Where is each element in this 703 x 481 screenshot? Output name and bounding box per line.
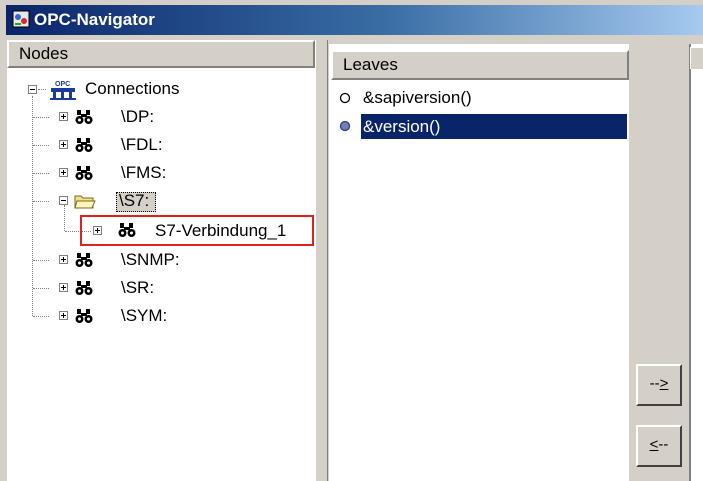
tree-guide-line — [64, 205, 65, 231]
tree-node-s7[interactable]: \S7: — [119, 191, 149, 211]
tree-node-fdl[interactable]: \FDL: — [121, 135, 163, 155]
tree-node-snmp[interactable]: \SNMP: — [121, 250, 180, 270]
binoculars-icon — [75, 309, 93, 323]
opc-connections-icon: OPC — [50, 81, 76, 100]
tree-connector — [33, 316, 49, 317]
expand-dp-toggle[interactable] — [59, 112, 68, 121]
binoculars-icon — [75, 281, 93, 295]
tree-guide-line — [32, 96, 33, 316]
leaves-column-header[interactable]: Leaves — [331, 50, 629, 80]
items-panel[interactable] — [689, 44, 703, 481]
title-bar[interactable]: OPC-Navigator — [6, 5, 703, 35]
leaf-item-icon — [339, 120, 351, 132]
tree-node-dp[interactable]: \DP: — [121, 107, 154, 127]
root-collapse-toggle[interactable] — [28, 85, 37, 94]
items-column-header[interactable] — [690, 47, 703, 69]
tree-node-sym[interactable]: \SYM: — [121, 306, 167, 326]
tree-node-fms[interactable]: \FMS: — [121, 163, 166, 183]
svg-text:OPC: OPC — [55, 81, 70, 88]
tree-connector — [33, 201, 49, 202]
tree-connector — [33, 145, 49, 146]
transfer-button-strip — [629, 44, 689, 481]
binoculars-icon — [75, 253, 93, 267]
remove-button-suffix: -- — [658, 436, 669, 453]
tree-connector — [33, 117, 49, 118]
binoculars-icon — [75, 166, 93, 180]
add-item-button[interactable]: --> — [636, 364, 682, 406]
tree-connector — [33, 173, 49, 174]
opc-navigator-app-icon — [12, 10, 30, 28]
leaf-item-sapiversion[interactable]: &sapiversion() — [363, 87, 472, 109]
tree-node-sr[interactable]: \SR: — [121, 278, 154, 298]
collapse-s7-toggle[interactable] — [59, 196, 68, 205]
binoculars-icon — [75, 138, 93, 152]
window-title: OPC-Navigator — [34, 10, 155, 29]
tree-connector — [33, 288, 49, 289]
add-button-prefix: -- — [649, 375, 660, 392]
tree-connector — [38, 89, 46, 90]
leaves-list-panel[interactable] — [329, 44, 629, 481]
expand-sr-toggle[interactable] — [59, 283, 68, 292]
remove-item-button[interactable]: <-- — [636, 425, 682, 467]
expand-fdl-toggle[interactable] — [59, 140, 68, 149]
add-button-accel: > — [659, 375, 669, 392]
panel-splitter[interactable] — [315, 40, 328, 481]
leaf-item-version[interactable]: &version() — [363, 116, 440, 138]
expand-fms-toggle[interactable] — [59, 168, 68, 177]
nodes-column-header[interactable]: Nodes — [7, 40, 315, 68]
highlight-annotation-box — [80, 215, 314, 246]
tree-connector — [33, 260, 49, 261]
leaf-item-icon — [339, 92, 351, 104]
expand-sym-toggle[interactable] — [59, 311, 68, 320]
tree-node-connections[interactable]: Connections — [85, 79, 180, 99]
open-folder-icon — [74, 195, 96, 209]
expand-snmp-toggle[interactable] — [59, 255, 68, 264]
binoculars-icon — [75, 110, 93, 124]
